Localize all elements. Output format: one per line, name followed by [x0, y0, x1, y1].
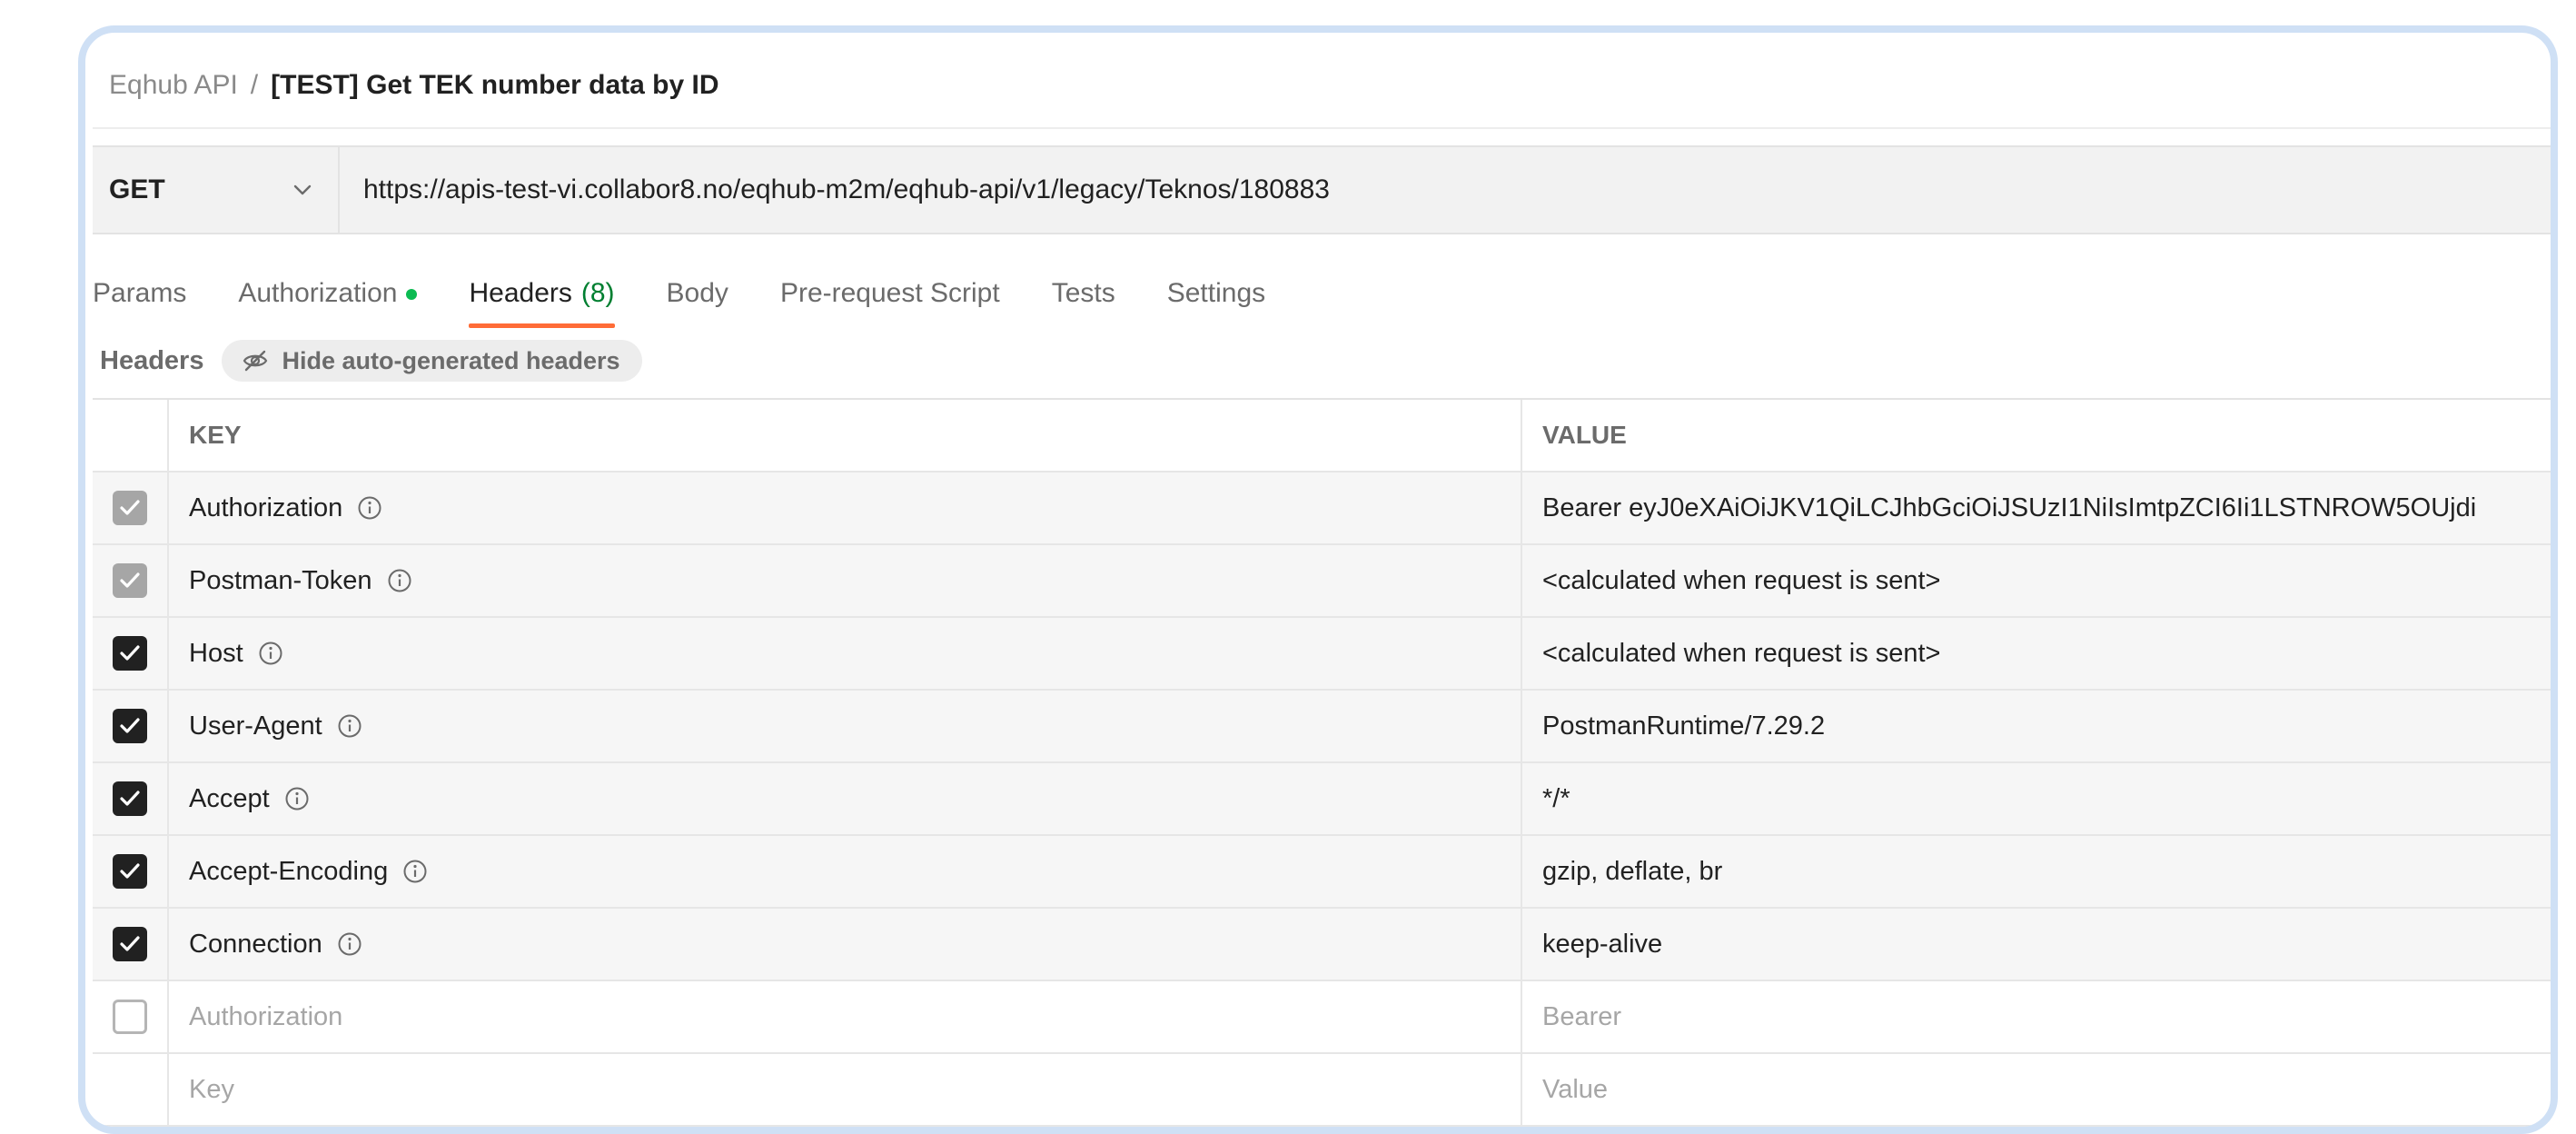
table-row: Connection keep-alive [93, 909, 2551, 981]
request-panel: Eqhub API / [TEST] Get TEK number data b… [78, 25, 2558, 1134]
info-icon[interactable] [387, 568, 412, 593]
row-checkbox[interactable] [113, 927, 147, 961]
header-value: */* [1542, 783, 1570, 813]
table-row: Accept-Encoding gzip, deflate, br [93, 836, 2551, 909]
table-header-row: KEY VALUE [93, 400, 2551, 472]
active-tab-indicator [469, 323, 615, 328]
tab-label: Pre-request Script [779, 278, 1000, 308]
info-icon[interactable] [284, 786, 310, 811]
header-value: <calculated when request is sent> [1542, 565, 1941, 595]
info-icon[interactable] [357, 495, 382, 521]
request-title[interactable]: [TEST] Get TEK number data by ID [271, 70, 718, 101]
tab-pre-request-script[interactable]: Pre-request Script [780, 278, 1000, 351]
header-key: Accept-Encoding [189, 856, 389, 886]
table-row: Accept */* [93, 763, 2551, 836]
disabled-header-value[interactable]: Bearer [1522, 981, 2551, 1052]
new-key-input[interactable]: Key [169, 1054, 1522, 1125]
table-row: Authorization Bearer eyJ0eXAiOiJKV1QiLCJ… [93, 472, 2551, 545]
tab-label: Tests [1051, 278, 1115, 308]
checkmark-icon [120, 500, 140, 515]
checkmark-icon [120, 572, 140, 588]
hide-auto-generated-headers-label: Hide auto-generated headers [282, 346, 620, 374]
eye-off-icon [243, 350, 268, 372]
method-label: GET [109, 174, 165, 204]
table-row: User-Agent PostmanRuntime/7.29.2 [93, 691, 2551, 763]
tab-label: Headers [469, 278, 572, 308]
method-select[interactable]: GET [93, 147, 340, 233]
new-header-row: Key Value [93, 1054, 2551, 1127]
header-key: Accept [189, 783, 270, 813]
new-value-input[interactable]: Value [1522, 1054, 2551, 1125]
checkmark-icon [120, 936, 140, 951]
value-column-header: VALUE [1542, 421, 1627, 449]
tab-label: Settings [1166, 278, 1266, 308]
breadcrumb-separator: / [250, 70, 259, 100]
headers-count-badge: (8) [580, 278, 615, 308]
key-column-header: KEY [189, 421, 242, 449]
checkmark-icon [120, 718, 140, 733]
chevron-down-icon [293, 184, 312, 195]
disabled-header-key[interactable]: Authorization [169, 981, 1522, 1052]
checkmark-icon [120, 791, 140, 806]
header-key: Connection [189, 929, 322, 959]
headers-toolbar: Headers Hide auto-generated headers [100, 338, 642, 383]
headers-section-title: Headers [100, 345, 204, 375]
row-checkbox[interactable] [113, 709, 147, 743]
checkmark-icon [120, 863, 140, 879]
checkbox-column-header [93, 400, 169, 471]
row-checkbox[interactable] [113, 636, 147, 671]
table-row: Host <calculated when request is sent> [93, 618, 2551, 691]
hide-auto-generated-headers-button[interactable]: Hide auto-generated headers [222, 340, 642, 382]
table-row-disabled: Authorization Bearer [93, 981, 2551, 1054]
info-icon[interactable] [258, 641, 283, 666]
breadcrumb-collection[interactable]: Eqhub API [109, 70, 238, 101]
headers-table: KEY VALUE Authorization Bearer eyJ0eXAiO… [93, 398, 2551, 1127]
header-value: PostmanRuntime/7.29.2 [1542, 711, 1826, 741]
header-key: User-Agent [189, 711, 322, 741]
header-key: Host [189, 638, 243, 668]
header-key: Authorization [189, 492, 343, 522]
tab-tests[interactable]: Tests [1052, 278, 1115, 351]
row-checkbox[interactable] [113, 1000, 147, 1034]
status-dot [406, 289, 418, 300]
divider [93, 127, 2551, 129]
header-value: keep-alive [1542, 929, 1663, 959]
url-input[interactable]: https://apis-test-vi.collabor8.no/eqhub-… [340, 147, 1330, 233]
url-bar: GET https://apis-test-vi.collabor8.no/eq… [93, 145, 2551, 234]
header-key: Postman-Token [189, 565, 372, 595]
info-icon[interactable] [402, 859, 428, 884]
breadcrumb: Eqhub API / [TEST] Get TEK number data b… [109, 67, 719, 104]
header-value: Bearer eyJ0eXAiOiJKV1QiLCJhbGciOiJSUzI1N… [1542, 492, 2477, 522]
info-icon[interactable] [337, 713, 362, 739]
tab-label: Body [666, 278, 728, 308]
header-value: gzip, deflate, br [1542, 856, 1723, 886]
checkmark-icon [120, 645, 140, 661]
tab-label: Params [93, 278, 187, 308]
row-checkbox[interactable] [113, 781, 147, 816]
row-checkbox[interactable] [113, 854, 147, 889]
tab-settings[interactable]: Settings [1167, 278, 1265, 351]
tab-label: Authorization [238, 278, 398, 308]
row-checkbox[interactable] [113, 491, 147, 525]
header-value: <calculated when request is sent> [1542, 638, 1941, 668]
info-icon[interactable] [337, 931, 362, 957]
tab-body[interactable]: Body [667, 278, 728, 351]
row-checkbox[interactable] [113, 563, 147, 598]
new-row-checkbox-cell [93, 1054, 169, 1125]
table-row: Postman-Token <calculated when request i… [93, 545, 2551, 618]
